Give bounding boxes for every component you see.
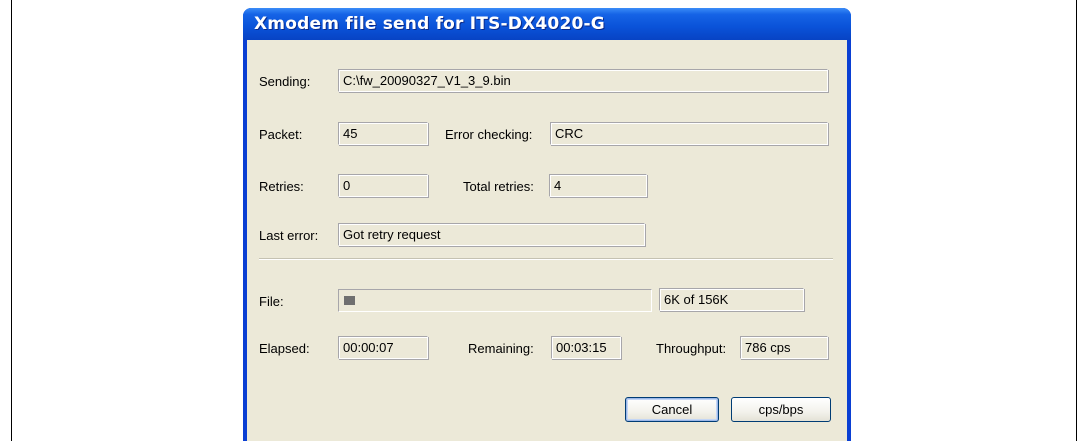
error-checking-field: CRC — [550, 122, 828, 145]
remaining-label: Remaining: — [468, 341, 534, 356]
window-title: Xmodem file send for ITS-DX4020-G — [254, 14, 605, 34]
packet-field: 45 — [338, 122, 428, 145]
packet-label: Packet: — [259, 127, 303, 142]
last-error-field: Got retry request — [338, 223, 645, 246]
total-retries-field: 4 — [549, 174, 647, 197]
retries-label: Retries: — [259, 179, 304, 194]
cps-bps-button[interactable]: cps/bps — [731, 397, 831, 422]
elapsed-field: 00:00:07 — [338, 336, 428, 359]
title-bar[interactable]: Xmodem file send for ITS-DX4020-G — [243, 8, 851, 40]
throughput-field: 786 cps — [740, 336, 828, 359]
dialog-body: Sending: C:\fw_20090327_V1_3_9.bin Packe… — [247, 40, 847, 441]
file-size-field: 6K of 156K — [659, 288, 804, 311]
retries-field: 0 — [338, 174, 428, 197]
separator — [259, 258, 833, 260]
error-checking-label: Error checking: — [445, 127, 533, 142]
elapsed-label: Elapsed: — [259, 341, 310, 356]
file-label: File: — [259, 294, 284, 309]
file-progress-bar — [338, 289, 652, 312]
xmodem-dialog: Xmodem file send for ITS-DX4020-G Sendin… — [243, 8, 851, 441]
last-error-label: Last error: — [259, 228, 319, 243]
total-retries-label: Total retries: — [463, 179, 534, 194]
throughput-label: Throughput: — [656, 341, 727, 356]
remaining-field: 00:03:15 — [551, 336, 621, 359]
sending-label: Sending: — [259, 74, 311, 89]
sending-field: C:\fw_20090327_V1_3_9.bin — [338, 69, 828, 92]
cancel-button[interactable]: Cancel — [625, 397, 719, 422]
file-progress-fill — [344, 296, 355, 305]
